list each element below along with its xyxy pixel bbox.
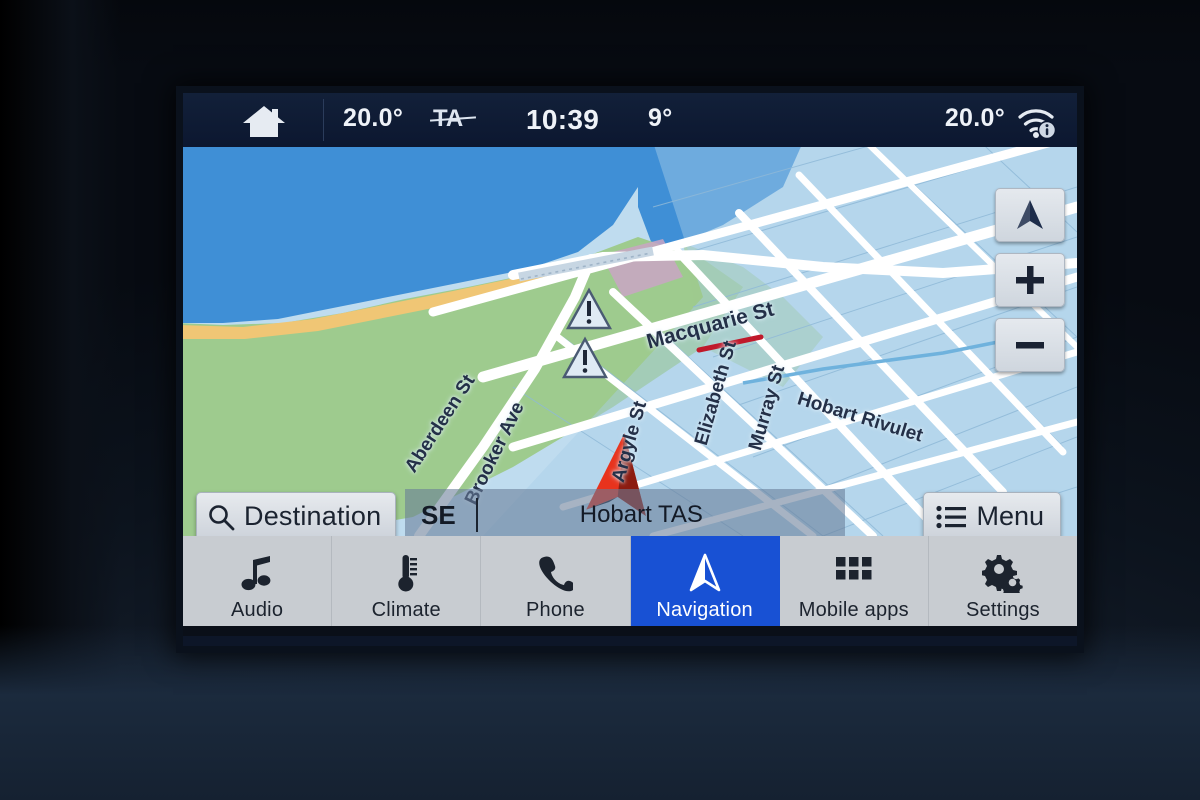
- tab-settings[interactable]: Settings: [929, 536, 1077, 636]
- current-location-bar[interactable]: SE Hobart TAS: [405, 489, 845, 536]
- tab-label: Settings: [966, 598, 1040, 621]
- traffic-announcement-badge[interactable]: TA: [433, 105, 463, 133]
- minus-icon: [1016, 342, 1044, 349]
- tab-label: Climate: [371, 598, 441, 621]
- zoom-in-button[interactable]: [995, 253, 1065, 307]
- tab-phone[interactable]: Phone: [481, 536, 631, 636]
- thermometer-icon: [393, 551, 419, 595]
- lower-dash-panel: [0, 625, 1200, 800]
- search-icon: [209, 504, 235, 530]
- menu-label: Menu: [976, 501, 1044, 531]
- phone-icon: [537, 551, 574, 595]
- clock: 10:39: [526, 104, 600, 135]
- cabin-temp-right[interactable]: 20.0°: [945, 104, 1005, 133]
- gears-icon: [981, 551, 1024, 595]
- cabin-temp-left[interactable]: 20.0°: [343, 104, 403, 133]
- heading-indicator: SE: [421, 499, 456, 530]
- outside-temperature: 9°: [648, 104, 673, 132]
- zoom-out-button[interactable]: [995, 318, 1065, 372]
- current-location-text: Hobart TAS: [579, 501, 703, 528]
- grid-apps-icon: [835, 551, 873, 595]
- status-bar: 20.0° TA 10:39 9° 20.0°: [183, 93, 1077, 147]
- map-controls: [995, 188, 1065, 383]
- map-overlay-row: Destination SE Hobart TAS Menu: [183, 487, 1077, 536]
- compass-north-button[interactable]: [995, 188, 1065, 242]
- north-arrow-icon: [1017, 200, 1043, 229]
- status-divider: [323, 99, 324, 141]
- map-canvas[interactable]: Macquarie St Hobart Rivulet Elizabeth St…: [183, 147, 1077, 536]
- wifi-info-icon[interactable]: [1015, 105, 1059, 139]
- plus-icon: [1016, 266, 1044, 294]
- music-note-icon: [240, 551, 274, 595]
- destination-label: Destination: [244, 501, 382, 531]
- infotainment-screen: 20.0° TA 10:39 9° 20.0° Macquarie St Hob…: [183, 93, 1077, 646]
- tab-label: Phone: [526, 598, 585, 621]
- tab-mobile-apps[interactable]: Mobile apps: [780, 536, 929, 636]
- navigation-arrow-icon: [688, 551, 722, 595]
- tab-label: Navigation: [656, 598, 753, 621]
- list-icon: [936, 505, 967, 528]
- main-tab-bar: Audio Climate Phone Navigation Mobile ap…: [183, 536, 1077, 636]
- menu-button[interactable]: Menu: [923, 492, 1061, 536]
- home-icon[interactable]: [238, 103, 290, 139]
- destination-button[interactable]: Destination: [196, 492, 397, 536]
- tab-audio[interactable]: Audio: [183, 536, 333, 636]
- tab-navigation[interactable]: Navigation: [630, 536, 780, 636]
- map-graphics: [183, 147, 1077, 536]
- tab-climate[interactable]: Climate: [332, 536, 482, 636]
- tab-label: Mobile apps: [798, 598, 909, 621]
- tab-label: Audio: [231, 598, 284, 621]
- bezel-top-shadow: [0, 0, 1200, 70]
